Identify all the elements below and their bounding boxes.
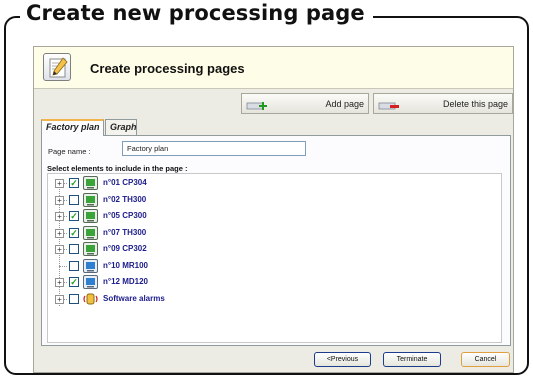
tree-item[interactable]: + ✓ n°05 CP300 xyxy=(48,209,348,223)
item-checkbox[interactable] xyxy=(69,194,79,205)
green-device-icon xyxy=(83,209,98,223)
item-checkbox[interactable]: ✓ xyxy=(69,211,79,221)
delete-page-label: Delete this page xyxy=(442,99,508,109)
add-page-label: Add page xyxy=(325,99,364,109)
tree-item-label: n°02 TH300 xyxy=(103,194,147,204)
tree-item[interactable]: n°10 MR100 xyxy=(48,258,348,273)
item-checkbox[interactable] xyxy=(69,244,79,254)
tab-graph[interactable]: Graph xyxy=(105,119,137,135)
expand-icon[interactable]: + xyxy=(55,212,64,221)
tree-item-label: n°10 MR100 xyxy=(103,260,148,270)
expand-icon[interactable]: + xyxy=(55,278,64,287)
item-checkbox[interactable] xyxy=(69,293,79,304)
item-checkbox[interactable]: ✓ xyxy=(69,178,79,188)
page-name-label: Page name : xyxy=(48,147,91,156)
expand-icon[interactable]: + xyxy=(55,195,64,205)
blue-device-icon xyxy=(83,275,98,289)
expand-icon[interactable]: + xyxy=(55,179,64,188)
tree-item-label: n°07 TH300 xyxy=(103,227,147,237)
delete-page-button[interactable]: Delete this page xyxy=(373,93,513,114)
edit-document-icon xyxy=(43,53,71,81)
speaker-alarm-icon xyxy=(83,292,98,306)
expand-icon[interactable]: + xyxy=(55,245,64,254)
processing-page-dialog: Create processing pages Add page Delete … xyxy=(33,46,514,373)
add-page-button[interactable]: Add page xyxy=(241,93,369,114)
tree-branch-line xyxy=(59,265,67,267)
tree-item-label: n°05 CP300 xyxy=(103,211,147,220)
tree-item[interactable]: + ✓ n°12 MD120 xyxy=(48,275,348,289)
tree-item[interactable]: + n°02 TH300 xyxy=(48,192,348,207)
tree-item-label: n°09 CP302 xyxy=(103,244,147,253)
expand-icon[interactable]: + xyxy=(55,294,64,304)
tree-item-label: n°12 MD120 xyxy=(103,277,148,286)
terminate-button[interactable]: Terminate xyxy=(383,352,441,367)
cancel-button[interactable]: Cancel xyxy=(461,352,510,367)
green-device-icon xyxy=(83,242,98,256)
green-device-icon xyxy=(83,176,98,190)
green-device-icon xyxy=(83,192,98,207)
green-device-icon xyxy=(83,225,98,240)
tab-panel: Page name : Select elements to include i… xyxy=(41,135,511,346)
tree-item[interactable]: + ✓ n°01 CP304 xyxy=(48,176,348,190)
previous-button[interactable]: <Previous xyxy=(314,352,371,367)
elements-tree: + ✓ n°01 CP304 + n°02 TH300 + ✓ n°05 CP300 + ✓ n°0… xyxy=(47,173,502,343)
tab-factory-plan[interactable]: Factory plan xyxy=(41,119,104,136)
delete-page-icon xyxy=(378,99,402,111)
add-page-icon xyxy=(246,99,270,111)
dialog-header-title: Create processing pages xyxy=(90,61,245,76)
select-elements-label: Select elements to include in the page : xyxy=(47,164,188,173)
page-name-input[interactable] xyxy=(122,141,306,156)
frame-title: Create new processing page xyxy=(20,1,373,25)
item-checkbox[interactable]: ✓ xyxy=(69,227,79,238)
item-checkbox[interactable] xyxy=(69,260,79,271)
tree-item-label: n°01 CP304 xyxy=(103,178,147,187)
tree-item[interactable]: + n°09 CP302 xyxy=(48,242,348,256)
blue-device-icon xyxy=(83,258,98,273)
tree-item[interactable]: + Software alarms xyxy=(48,292,348,306)
item-checkbox[interactable]: ✓ xyxy=(69,277,79,287)
tree-item[interactable]: + ✓ n°07 TH300 xyxy=(48,225,348,240)
tree-item-label: Software alarms xyxy=(103,293,165,303)
dialog-header: Create processing pages xyxy=(34,47,513,89)
expand-icon[interactable]: + xyxy=(55,228,64,238)
